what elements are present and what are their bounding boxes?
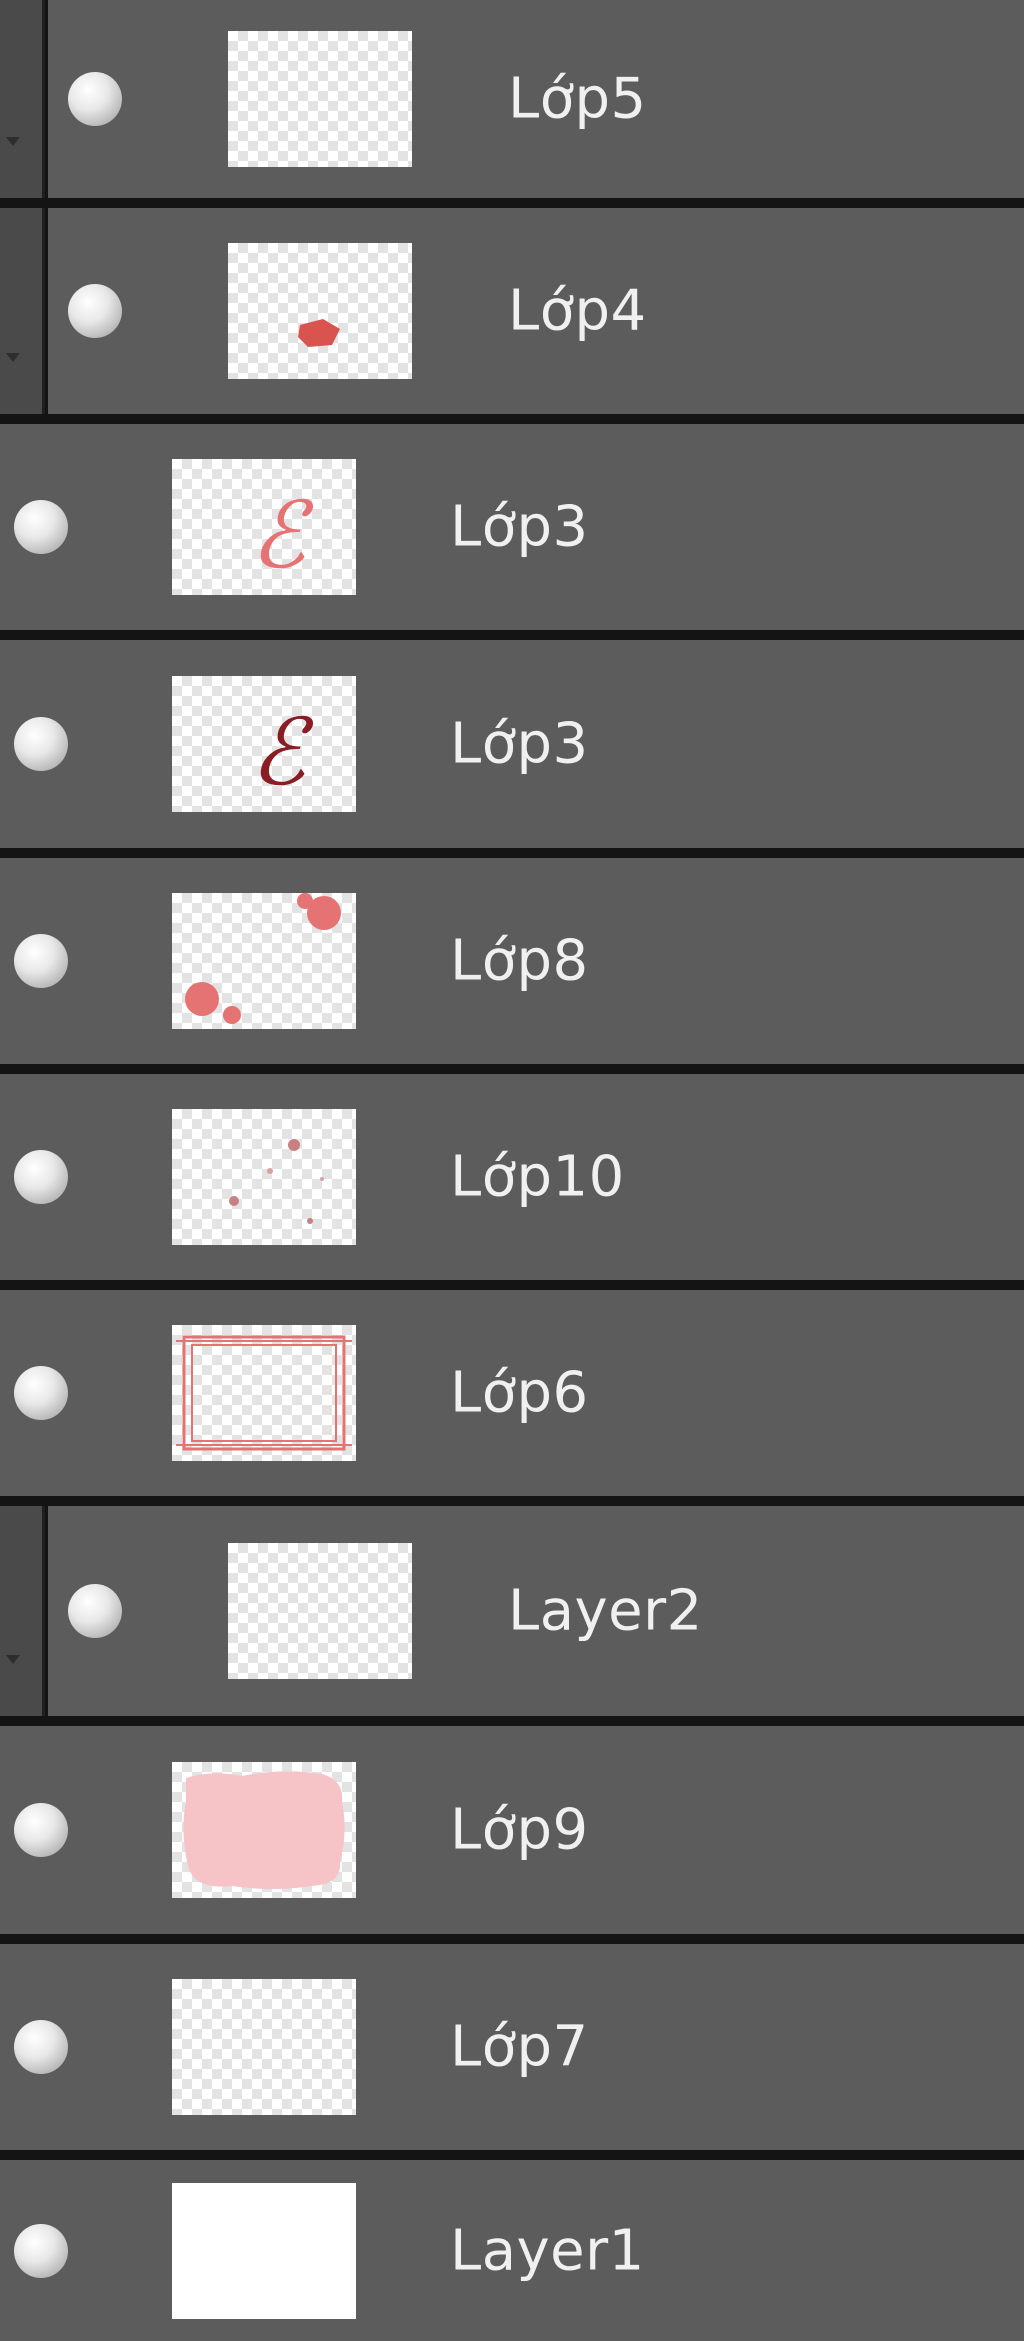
clipping-indicator [0, 208, 45, 414]
layer-name: Lớp5 [508, 66, 647, 132]
layer-thumbnail[interactable] [172, 2182, 356, 2319]
layer-thumbnail[interactable]: ℰ [172, 459, 356, 595]
faint-specks-icon [229, 1139, 324, 1224]
visibility-eye-icon[interactable] [14, 2223, 68, 2278]
red-blot-icon [298, 319, 340, 347]
visibility-eye-icon[interactable] [14, 500, 68, 554]
svg-text:ℰ: ℰ [250, 699, 314, 806]
visibility-eye-icon[interactable] [14, 717, 68, 771]
layer-name: Lớp8 [450, 928, 589, 994]
visibility-eye-icon[interactable] [68, 72, 122, 126]
visibility-eye-icon[interactable] [14, 2020, 68, 2074]
layer-thumbnail[interactable] [228, 243, 412, 379]
layer-thumbnail[interactable] [228, 1543, 412, 1679]
layer-thumbnail[interactable] [172, 1762, 356, 1898]
layer-row[interactable]: Lớp4 [48, 208, 1024, 414]
layer-row[interactable]: Layer1 [0, 2160, 1024, 2341]
visibility-eye-icon[interactable] [68, 284, 122, 338]
red-frame-icon [176, 1335, 352, 1451]
dark-red-letter-icon: ℰ [250, 699, 314, 806]
layer-row[interactable]: ℰ Lớp3 [0, 424, 1024, 630]
layer-name: Layer1 [450, 2218, 645, 2283]
clip-arrow-icon [6, 353, 20, 362]
pink-letter-icon: ℰ [250, 482, 314, 589]
layer-thumbnail[interactable] [228, 31, 412, 167]
layer-thumbnail[interactable] [172, 893, 356, 1029]
layer-thumbnail[interactable] [172, 1109, 356, 1245]
pink-fill-icon [183, 1771, 345, 1889]
layer-name: Lớp7 [450, 2014, 589, 2080]
visibility-eye-icon[interactable] [14, 934, 68, 988]
layer-thumbnail[interactable] [172, 1979, 356, 2115]
layer-name: Lớp3 [450, 711, 589, 777]
visibility-eye-icon[interactable] [14, 1803, 68, 1857]
layer-name: Lớp9 [450, 1797, 589, 1863]
visibility-eye-icon[interactable] [14, 1366, 68, 1420]
layers-panel: Lớp5 Lớp4 ℰ Lớp3 ℰ Lớp3 Lớp8 Lớp10 Lớp6 … [0, 0, 1024, 2341]
layer-row[interactable]: Lớp9 [0, 1726, 1024, 1934]
layer-row[interactable]: Lớp5 [48, 0, 1024, 198]
layer-name: Lớp3 [450, 494, 589, 560]
layer-row[interactable]: Lớp7 [0, 1944, 1024, 2150]
layer-row[interactable]: Lớp6 [0, 1290, 1024, 1496]
svg-text:ℰ: ℰ [250, 482, 314, 589]
layer-row[interactable]: Layer2 [48, 1506, 1024, 1716]
clip-arrow-icon [6, 137, 20, 146]
layer-thumbnail[interactable] [172, 1325, 356, 1461]
layer-row[interactable]: Lớp8 [0, 858, 1024, 1064]
clip-arrow-icon [6, 1655, 20, 1664]
corner-spots-icon [185, 893, 341, 1024]
clipping-indicator [0, 1506, 45, 1716]
layer-name: Lớp4 [508, 278, 647, 344]
clipping-indicator [0, 0, 45, 198]
layer-row[interactable]: ℰ Lớp3 [0, 640, 1024, 848]
layer-name: Layer2 [508, 1578, 703, 1644]
layer-name: Lớp6 [450, 1360, 589, 1426]
visibility-eye-icon[interactable] [68, 1584, 122, 1638]
layer-name: Lớp10 [450, 1144, 625, 1210]
layer-thumbnail[interactable]: ℰ [172, 676, 356, 812]
layer-row[interactable]: Lớp10 [0, 1074, 1024, 1280]
visibility-eye-icon[interactable] [14, 1150, 68, 1204]
